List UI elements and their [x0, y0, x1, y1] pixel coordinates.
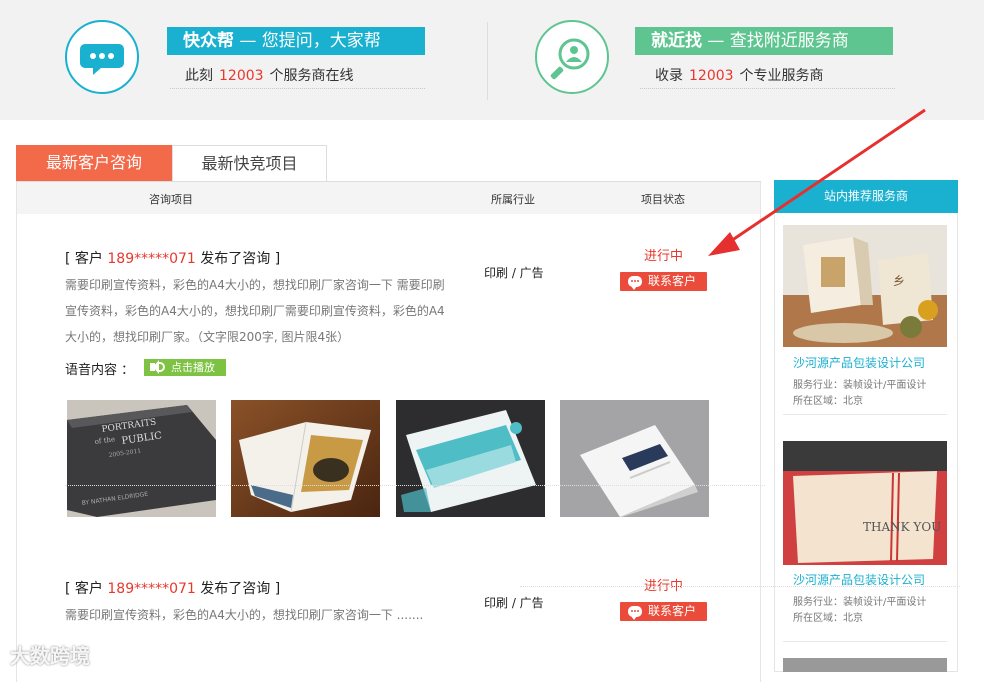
- jiujinzhao-title[interactable]: 就近找 — 查找附近服务商: [635, 27, 893, 55]
- divider: [640, 88, 895, 89]
- white-catalog-thumb[interactable]: [560, 400, 709, 517]
- tab-latest-consultations[interactable]: 最新客户咨询: [16, 145, 172, 181]
- top-banner: 快众帮 — 您提问，大家帮 此刻 12003 个服务商在线 就近找 — 查找附近服务…: [0, 0, 984, 120]
- contact-customer-button[interactable]: 联系客户: [620, 272, 707, 291]
- divider: [783, 414, 947, 415]
- entry-title[interactable]: [ 客户 189*****071 发布了咨询 ]: [65, 578, 280, 598]
- play-voice-button[interactable]: 点击播放: [144, 359, 226, 376]
- svg-text:乡: 乡: [893, 274, 905, 288]
- locate-person-icon[interactable]: [535, 20, 609, 94]
- header-industry: 所属行业: [491, 193, 535, 206]
- header-project: 咨询项目: [149, 193, 193, 206]
- banner-divider: [487, 22, 488, 100]
- entry-industry: 印刷 / 广告: [484, 266, 544, 280]
- header-status: 项目状态: [641, 193, 685, 206]
- watermark-logo: 大数跨境: [10, 644, 90, 668]
- portraits-book-thumb[interactable]: PORTRAITS of the PUBLIC 2005-2011 BY NAT…: [67, 400, 216, 517]
- entry-industry: 印刷 / 广告: [484, 596, 544, 610]
- chat-icon: [628, 606, 642, 620]
- row-separator: [65, 485, 765, 486]
- provider-name-link[interactable]: 沙河源产品包装设计公司: [793, 354, 925, 371]
- chat-bubble-icon[interactable]: [65, 20, 139, 94]
- table-header: 咨询项目 所属行业 项目状态: [17, 182, 760, 214]
- provider-industry: 服务行业：装帧设计/平面设计: [793, 380, 927, 391]
- chat-icon: [628, 276, 642, 290]
- online-count-text: 此刻 12003 个服务商在线: [185, 68, 354, 84]
- kuaizhongbang-title[interactable]: 快众帮 — 您提问，大家帮: [167, 27, 425, 55]
- provider-industry: 服务行业：装帧设计/平面设计: [793, 597, 927, 608]
- provider-image[interactable]: [783, 658, 947, 672]
- provider-area: 所在区域：北京: [793, 396, 863, 407]
- provider-name-link[interactable]: 沙河源产品包装设计公司: [793, 571, 925, 588]
- status-badge: 进行中: [644, 579, 684, 594]
- entry-description: 需要印刷宣传资料，彩色的A4大小的，想找印刷厂家咨询一下 需要印刷宣传资料，彩色…: [65, 278, 445, 344]
- provider-image[interactable]: THANK YOU: [783, 441, 947, 565]
- entry-title[interactable]: [ 客户 189*****071 发布了咨询 ]: [65, 248, 280, 268]
- voice-content-label: 语音内容 ：: [65, 363, 135, 378]
- provider-area: 所在区域：北京: [793, 613, 863, 624]
- sidebar-title: 站内推荐服务商: [774, 180, 958, 213]
- status-badge: 进行中: [644, 249, 684, 264]
- svg-text:THANK YOU: THANK YOU: [863, 520, 941, 534]
- open-brochure-thumb[interactable]: [231, 400, 380, 517]
- divider: [783, 641, 947, 642]
- entry-description: 需要印刷宣传资料，彩色的A4大小的，想找印刷厂家咨询一下 .......: [65, 608, 424, 622]
- divider: [170, 88, 425, 89]
- contact-customer-button[interactable]: 联系客户: [620, 602, 707, 621]
- speaker-icon: [150, 360, 159, 374]
- teal-brochure-thumb[interactable]: [396, 400, 545, 517]
- tab-latest-bidding-projects[interactable]: 最新快竞项目: [172, 145, 327, 181]
- provider-image[interactable]: 乡: [783, 225, 947, 347]
- provider-count-text: 收录 12003 个专业服务商: [655, 68, 824, 84]
